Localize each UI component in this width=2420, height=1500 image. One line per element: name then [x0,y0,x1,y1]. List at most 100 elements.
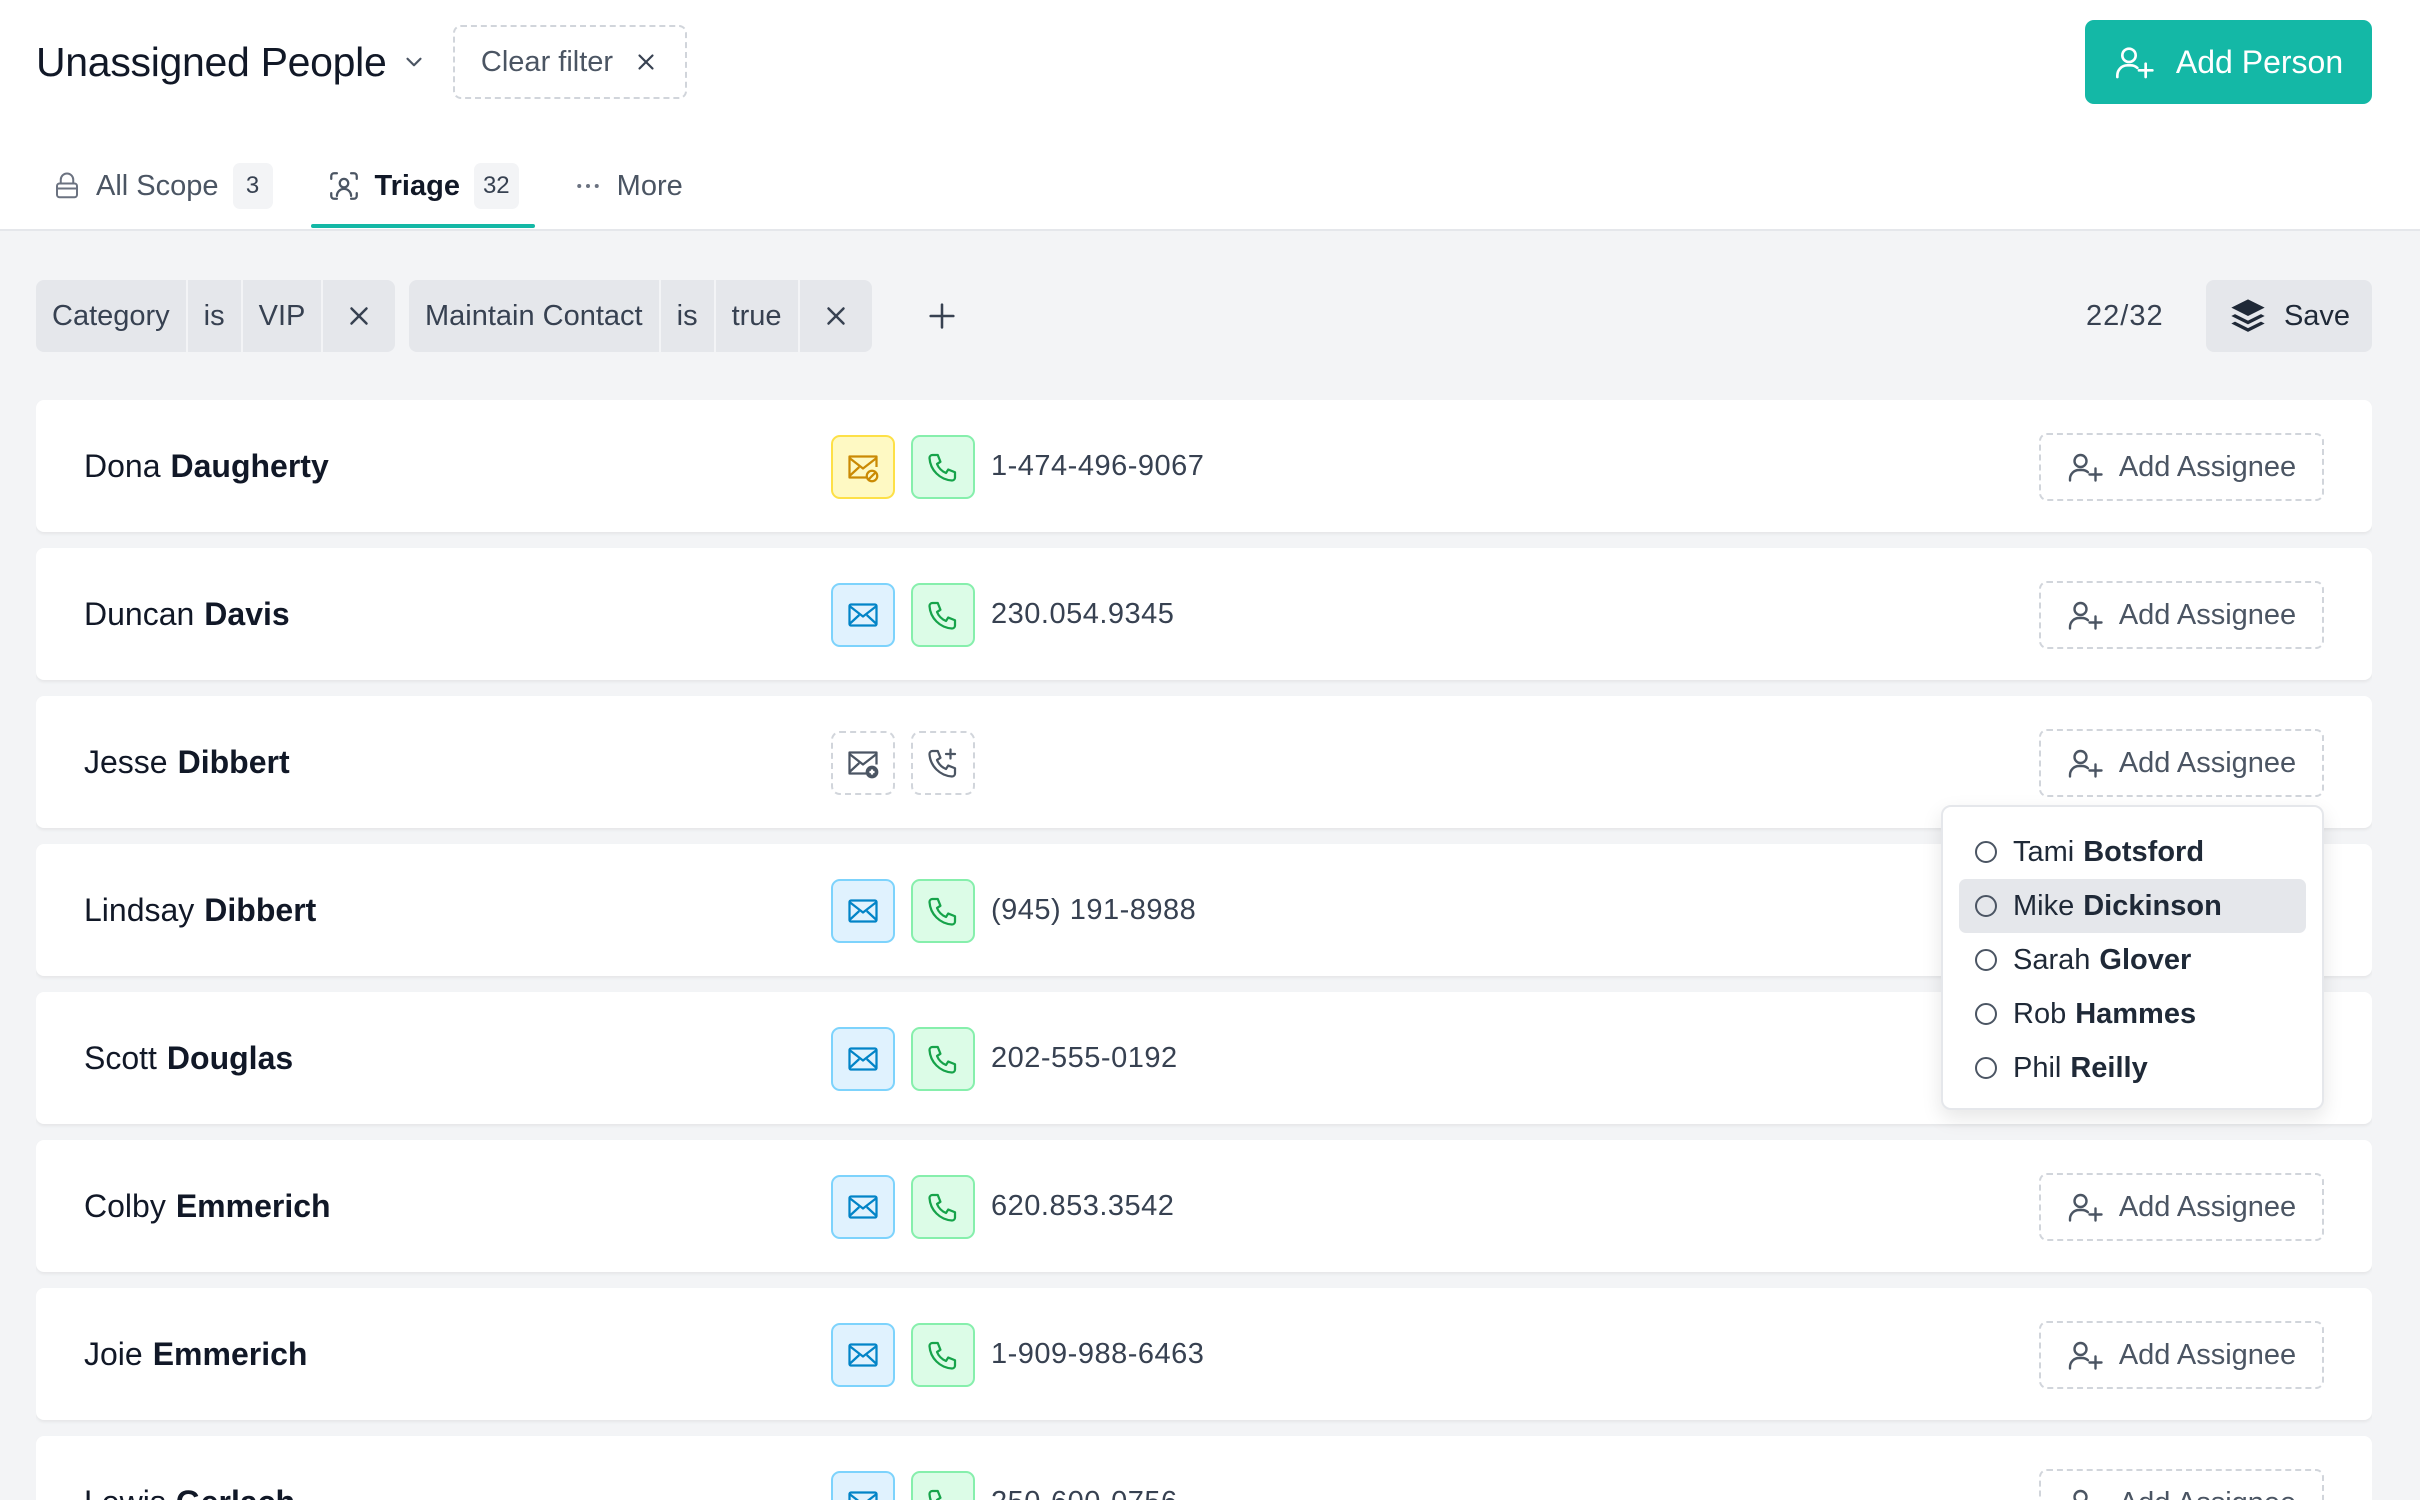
phone-number: 1-909-988-6463 [991,1337,1205,1370]
first-name: Joie [84,1335,143,1372]
layers-icon [2228,296,2268,336]
add-filter-button[interactable] [906,280,978,352]
phone-number: 620.853.3542 [991,1189,1175,1222]
email-button[interactable] [831,1027,895,1091]
phone-button[interactable] [911,1471,975,1500]
assignee-option[interactable]: Sarah Glover [1959,933,2306,987]
first-name: Rob [2013,997,2067,1030]
email-icon [848,1195,878,1219]
first-name: Dona [84,447,161,484]
assignee-dropdown: Tami Botsford Mike Dickinson Sarah Glover Rob H… [1941,805,2324,1110]
person-name[interactable]: Joie Emmerich [84,1288,307,1420]
person-name[interactable]: Dona Daugherty [84,400,329,532]
filter-field[interactable]: Maintain Contact [409,280,661,352]
phone-button[interactable] [911,435,975,499]
email-add-icon [848,751,879,779]
last-name: Emmerich [175,1187,331,1224]
radio-button[interactable] [1975,1057,1997,1079]
add-assignee-label: Add Assignee [2118,598,2297,631]
last-name: Gerlach [176,1484,295,1500]
tab-more[interactable]: More [557,150,699,222]
user-plus-icon [2068,453,2103,482]
view-tabs: All Scope 3 Triage 32 More [36,150,721,230]
add-assignee-button[interactable]: Add Assignee [2039,1173,2324,1241]
person-name[interactable]: Jesse Dibbert [84,696,290,828]
person-row[interactable]: Colby Emmerich 620.853.3542 Add Assignee [36,1140,2372,1272]
assignee-option[interactable]: Tami Botsford [1959,825,2306,879]
email-button[interactable] [831,435,895,499]
add-assignee-button[interactable]: Add Assignee [2039,1469,2324,1500]
add-email-button[interactable] [831,731,895,795]
assignee-option[interactable]: Mike Dickinson [1959,879,2306,933]
last-name: Botsford [2083,835,2205,868]
tab-triage[interactable]: Triage 32 [310,150,535,228]
person-row[interactable]: Duncan Davis 230.054.9345 Add Assignee [36,548,2372,680]
phone-button[interactable] [911,1027,975,1091]
add-assignee-button[interactable]: Add Assignee [2039,433,2324,501]
radio-button[interactable] [1975,841,1997,863]
ellipsis-icon [573,171,603,201]
person-row[interactable]: Joie Emmerich 1-909-988-6463 Add Assignee [36,1288,2372,1420]
tab-count-badge: 32 [473,163,519,209]
phone-button[interactable] [911,879,975,943]
filter-bar: Category is VIP Maintain Contact is true… [36,280,2372,352]
filter-chip-category[interactable]: Category is VIP [36,280,396,352]
assignee-name: Mike Dickinson [2013,890,2222,923]
email-button[interactable] [831,583,895,647]
clear-filter-button[interactable]: Clear filter [453,25,687,99]
remove-filter-button[interactable] [800,280,872,352]
person-name[interactable]: Lindsay Dibbert [84,844,316,976]
person-name[interactable]: Duncan Davis [84,548,290,680]
remove-filter-button[interactable] [323,280,395,352]
add-person-button[interactable]: Add Person [2085,20,2372,104]
tab-all-scope[interactable]: All Scope 3 [36,150,289,222]
filter-field[interactable]: Category [36,280,188,352]
first-name: Tami [2013,835,2075,868]
first-name: Jesse [84,743,168,780]
filter-value[interactable]: VIP [243,280,324,352]
close-icon [350,307,369,325]
radio-button[interactable] [1975,895,1997,917]
email-warning-icon [848,455,879,483]
person-row[interactable]: Dona Daugherty 1-474-496-9067 Add Assignee [36,400,2372,532]
add-phone-button[interactable] [911,731,975,795]
add-assignee-label: Add Assignee [2118,450,2297,483]
person-name[interactable]: Scott Douglas [84,992,293,1124]
add-assignee-label: Add Assignee [2118,1190,2297,1223]
phone-button[interactable] [911,583,975,647]
view-selector[interactable]: Unassigned People [36,34,429,90]
filter-operator[interactable]: is [188,280,243,352]
tab-count-badge: 3 [232,163,273,209]
save-view-button[interactable]: Save [2206,280,2372,352]
last-name: Daugherty [170,447,329,484]
phone-icon [928,453,957,482]
radio-button[interactable] [1975,949,1997,971]
assignee-option[interactable]: Phil Reilly [1959,1041,2306,1095]
assignee-option[interactable]: Rob Hammes [1959,987,2306,1041]
phone-button[interactable] [911,1323,975,1387]
add-assignee-button[interactable]: Add Assignee [2039,1321,2324,1389]
radio-button[interactable] [1975,1003,1997,1025]
person-name[interactable]: Lewis Gerlach [84,1436,295,1500]
clear-filter-label: Clear filter [480,45,614,78]
person-name[interactable]: Colby Emmerich [84,1140,331,1272]
person-row[interactable]: Lewis Gerlach 250-600-0756 Add Assignee [36,1436,2372,1500]
last-name: Emmerich [152,1335,308,1372]
user-plus-icon [2073,1489,2088,1500]
email-button[interactable] [831,1323,895,1387]
page-header: Unassigned People Clear filter Add Perso… [0,0,2420,231]
user-plus-icon [2068,601,2103,630]
phone-button[interactable] [911,1175,975,1239]
first-name: Scott [84,1039,157,1076]
user-plus-icon [2068,1193,2103,1222]
filter-value[interactable]: true [716,280,800,352]
filter-chip-maintain-contact[interactable]: Maintain Contact is true [409,280,872,352]
add-assignee-button[interactable]: Add Assignee [2039,729,2324,797]
plus-icon [929,303,955,329]
add-assignee-button[interactable]: Add Assignee [2039,581,2324,649]
last-name: Davis [204,595,290,632]
email-button[interactable] [831,1471,895,1500]
email-button[interactable] [831,879,895,943]
filter-operator[interactable]: is [661,280,716,352]
email-button[interactable] [831,1175,895,1239]
